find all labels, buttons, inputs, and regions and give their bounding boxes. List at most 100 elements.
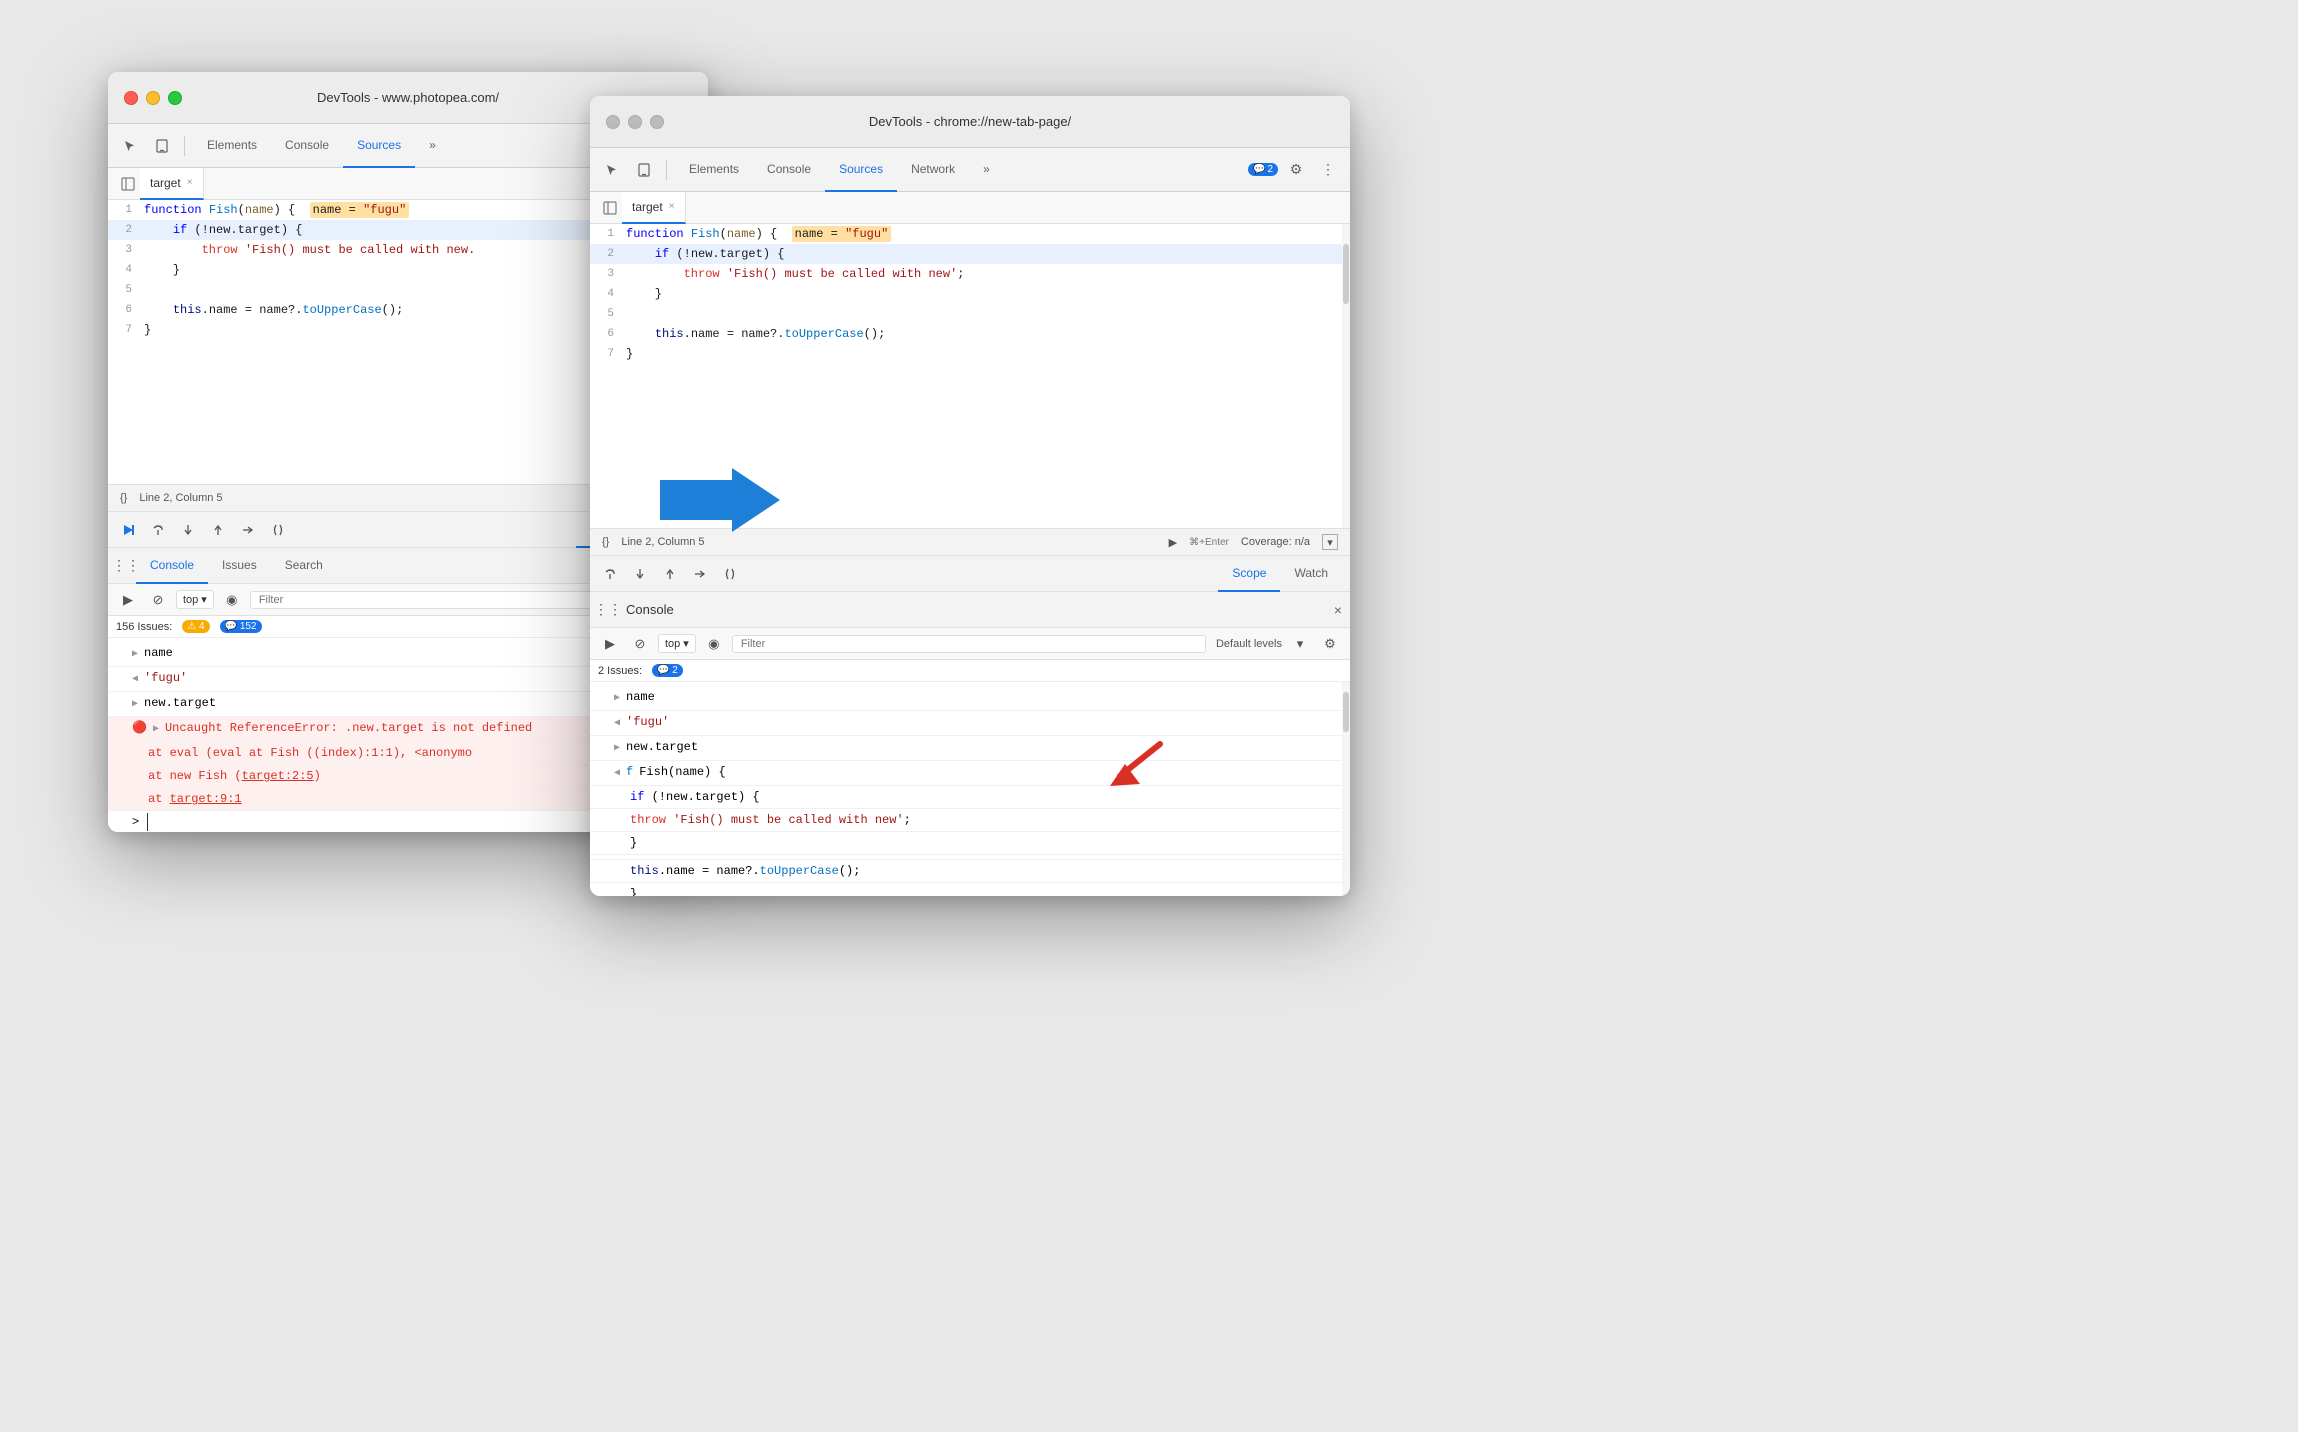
scrollbar-thumb-console-2[interactable] [1343,692,1349,732]
issues-count-text-2: 2 Issues: [598,665,642,677]
eye-btn-2[interactable]: ◉ [702,632,726,656]
minimize-button-1[interactable] [146,91,160,105]
device-icon-2[interactable] [630,156,658,184]
console2-line-fn6: } [590,883,1350,896]
deactivate-btn-2[interactable] [718,562,742,586]
console-section-2: ⋮⋮ Console × ▶ ⊘ top ▾ ◉ Default levels … [590,592,1350,896]
console-gear-2[interactable]: ▾ [1288,632,1312,656]
traffic-lights-1 [124,91,182,105]
close-button-2[interactable] [606,115,620,129]
step-out-btn-2[interactable] [658,562,682,586]
debug-tabs-2: Scope Watch [1218,556,1342,592]
search-tab-1[interactable]: Search [271,548,337,584]
step-into-btn-1[interactable] [176,518,200,542]
curly-braces-icon: {} [120,492,127,504]
console-header-2: ⋮⋮ Console × [590,592,1350,628]
info-badge-1: 💬 152 [220,620,262,633]
maximize-button-2[interactable] [650,115,664,129]
window-title-1: DevTools - www.photopea.com/ [317,90,499,105]
close-file-tab-2[interactable]: × [669,201,675,212]
console-toolbar-2: ▶ ⊘ top ▾ ◉ Default levels ▾ ⚙ [590,628,1350,660]
top-dropdown-1[interactable]: top ▾ [176,590,214,609]
tab-sources-2[interactable]: Sources [825,148,897,192]
chat-icon-badge: 💬 [1253,164,1265,175]
dropdown-arrow-2: ▾ [683,637,689,650]
scope-tab-2[interactable]: Scope [1218,556,1280,592]
filter-input-1[interactable] [250,591,624,609]
issues-tab-1[interactable]: Issues [208,548,271,584]
console2-line-name: ▶ name [590,686,1350,711]
issues-count-bar-2: 2 Issues: 💬 2 [590,660,1350,682]
code2-line-1: 1 function Fish(name) { name = "fugu" [590,224,1350,244]
tab-more-2[interactable]: » [969,148,1004,192]
resume-btn-1[interactable] [116,518,140,542]
code2-line-5: 5 [590,304,1350,324]
gear-icon-2[interactable]: ⚙ [1282,156,1310,184]
toolbar-separator-2 [666,160,667,180]
traffic-lights-2 [606,115,664,129]
block-btn-1[interactable]: ⊘ [146,588,170,612]
toolbar-separator-1 [184,136,185,156]
tab-console-2[interactable]: Console [753,148,825,192]
clear-console-btn-1[interactable]: ▶ [116,588,140,612]
sidebar-toggle-1[interactable] [116,172,140,196]
console-more-dots-2[interactable]: ⋮⋮ [598,600,618,620]
tab-more-1[interactable]: » [415,124,450,168]
tab-elements-1[interactable]: Elements [193,124,271,168]
watch-tab-2[interactable]: Watch [1280,556,1342,592]
console2-line-fn2: throw 'Fish() must be called with new'; [590,809,1350,832]
file-tab-target-2[interactable]: target × [622,192,686,224]
console-more-icon[interactable]: ⋮⋮ [116,556,136,576]
minimize-button-2[interactable] [628,115,642,129]
code2-line-2: 2 if (!new.target) { [590,244,1350,264]
console-close-btn-2[interactable]: × [1334,602,1342,618]
deactivate-btn-1[interactable] [266,518,290,542]
cursor-icon-2[interactable] [598,156,626,184]
top-dropdown-2[interactable]: top ▾ [658,634,696,653]
code2-line-3: 3 throw 'Fish() must be called with new'… [590,264,1350,284]
console-tab-1[interactable]: Console [136,548,208,584]
console2-line-fn3: } [590,832,1350,855]
red-arrow [1090,734,1170,798]
console-settings-2[interactable]: ⚙ [1318,632,1342,656]
clear-console-btn-2[interactable]: ▶ [598,632,622,656]
badge-count-2: 2 [1267,164,1273,175]
cursor-icon[interactable] [116,132,144,160]
step-over-btn-2[interactable] [598,562,622,586]
maximize-button-1[interactable] [168,91,182,105]
step-btn-1[interactable] [236,518,260,542]
sidebar-toggle-2[interactable] [598,196,622,220]
more-icon-2[interactable]: ⋮ [1314,156,1342,184]
run-icon-2[interactable]: ▶ [1169,536,1177,549]
coverage-toggle-2[interactable]: ▾ [1322,534,1338,550]
scrollbar-2[interactable] [1342,224,1350,528]
scrollbar-thumb-2[interactable] [1343,244,1349,304]
tab-network-2[interactable]: Network [897,148,969,192]
devtools-toolbar-2: Elements Console Sources Network » 💬 2 ⚙… [590,148,1350,192]
block-btn-2[interactable]: ⊘ [628,632,652,656]
close-button-1[interactable] [124,91,138,105]
step-out-btn-1[interactable] [206,518,230,542]
scrollbar-console-2[interactable] [1342,682,1350,896]
eye-btn-1[interactable]: ◉ [220,588,244,612]
file-tab-target-1[interactable]: target × [140,168,204,200]
code2-line-6: 6 this.name = name?.toUpperCase(); [590,324,1350,344]
tab-sources-1[interactable]: Sources [343,124,415,168]
info-badge-2: 💬 2 [652,664,683,677]
shortcut-2: ⌘+Enter [1189,537,1229,548]
step-into-btn-2[interactable] [628,562,652,586]
top-label-2: top [665,638,680,650]
console2-line-fn5: this.name = name?.toUpperCase(); [590,860,1350,883]
tab-elements-2[interactable]: Elements [675,148,753,192]
tab-console-1[interactable]: Console [271,124,343,168]
device-icon[interactable] [148,132,176,160]
tab-list-2: Elements Console Sources Network » [675,148,1244,192]
console2-line-newtarget: ▶ new.target [590,736,1350,761]
issues-count-text-1: 156 Issues: [116,621,172,633]
console2-line-fn1: if (!new.target) { [590,786,1350,809]
filter-input-2[interactable] [732,635,1206,653]
close-file-tab-1[interactable]: × [187,177,193,188]
chat-badge-2: 💬 2 [1248,163,1278,176]
step-over-btn-1[interactable] [146,518,170,542]
step-btn-2[interactable] [688,562,712,586]
